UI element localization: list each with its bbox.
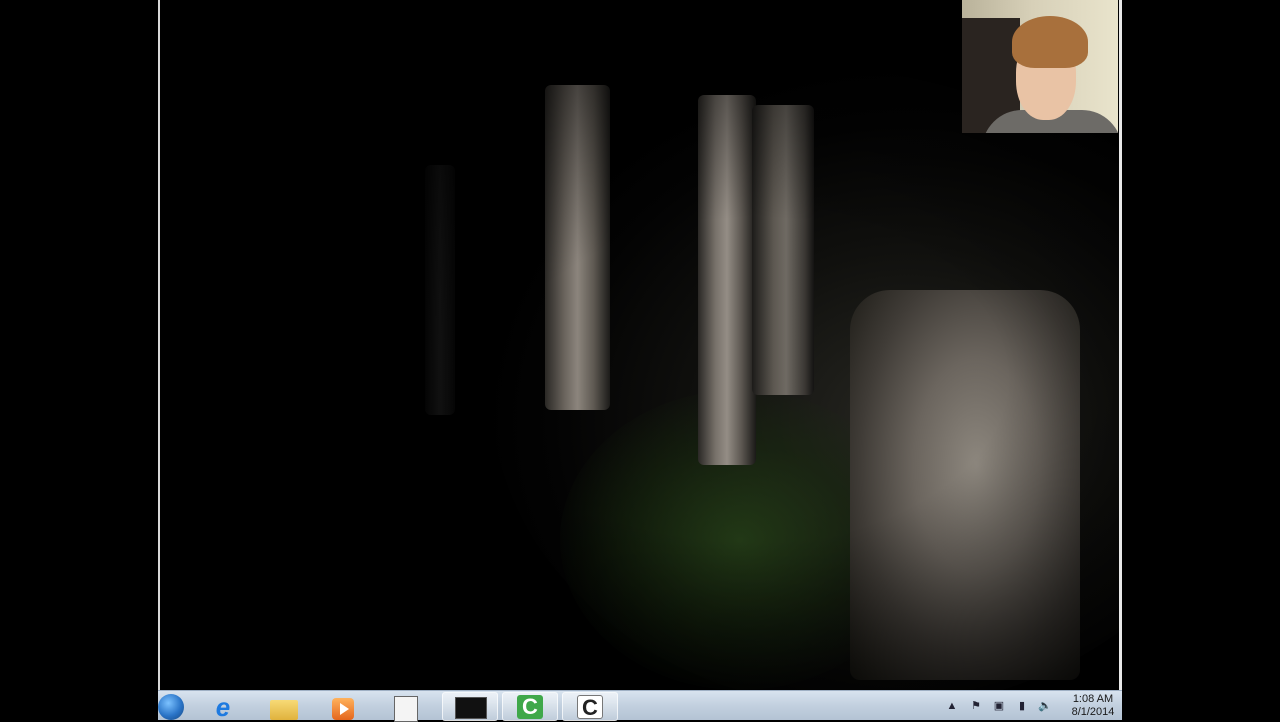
taskbar-camtasia-recorder[interactable]: C <box>502 692 558 721</box>
clock-time: 1:08 AM <box>1072 693 1114 705</box>
webcam-person-hair <box>1012 16 1088 68</box>
system-tray: ▲ ⚑ ▣ ▮ 🔈 1:08 AM 8/1/2014 <box>938 691 1122 721</box>
action-center-flag-icon[interactable]: ⚑ <box>970 700 982 712</box>
game-window-thumbnail-icon <box>455 697 487 719</box>
folder-shape <box>270 700 298 720</box>
webcam-overlay <box>962 0 1118 133</box>
clock-date: 8/1/2014 <box>1071 706 1115 718</box>
taskbar-game-window[interactable] <box>442 692 498 721</box>
camtasia-recorder-icon: C <box>517 695 543 719</box>
network-signal-icon[interactable]: ▮ <box>1016 700 1028 712</box>
document-shape <box>394 696 418 722</box>
frame-border-left <box>158 0 160 690</box>
volume-icon[interactable]: 🔈 <box>1038 700 1052 712</box>
internet-explorer-glyph: e <box>215 692 231 722</box>
show-hidden-icons-chevron-icon[interactable]: ▲ <box>946 700 958 712</box>
media-player-shape <box>332 698 354 720</box>
internet-explorer-icon[interactable]: e <box>208 694 238 720</box>
system-clock[interactable]: 1:08 AM 8/1/2014 <box>1064 693 1122 719</box>
folder-icon[interactable] <box>268 694 298 720</box>
camtasia-studio-icon: C <box>577 695 603 720</box>
windows-taskbar: e C C ▲ ⚑ ▣ ▮ 🔈 1:08 AM 8/1/2014 <box>158 690 1122 722</box>
frame-border-right <box>1119 0 1122 690</box>
document-app-icon[interactable] <box>390 694 420 722</box>
taskbar-camtasia-studio[interactable]: C <box>562 692 618 721</box>
media-player-icon[interactable] <box>328 694 358 720</box>
safely-remove-hardware-icon[interactable]: ▣ <box>993 700 1005 712</box>
start-button[interactable] <box>158 694 184 720</box>
